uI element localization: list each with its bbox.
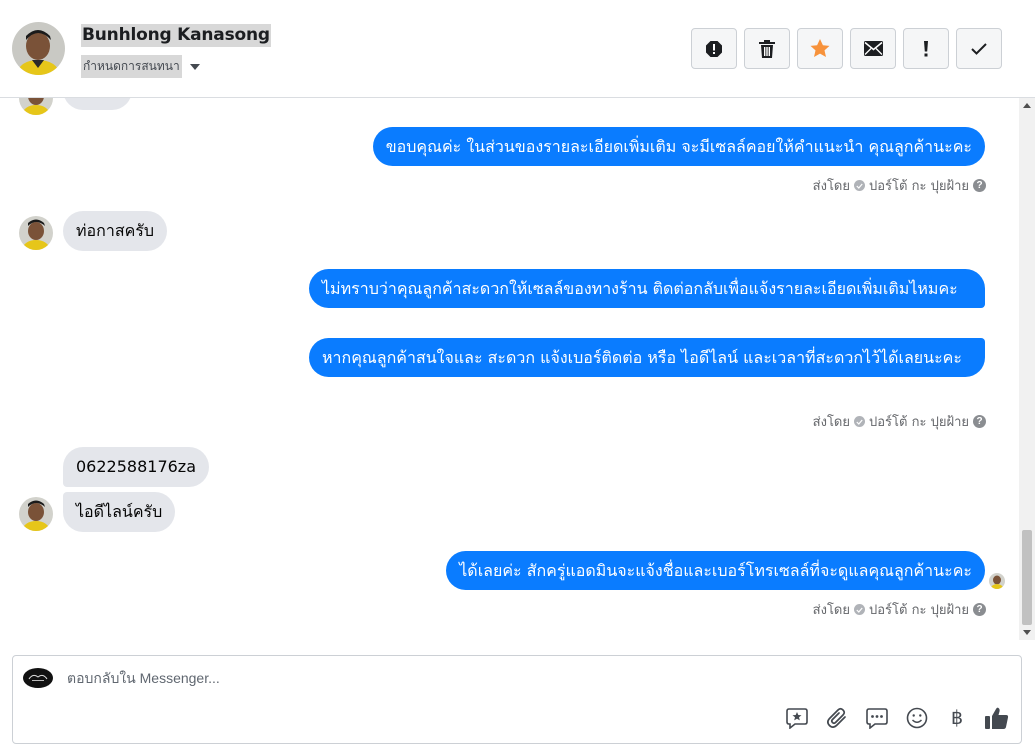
message-thread[interactable]: ขอบคุณค่ะ ในส่วนของรายละเอียดเพิ่มเติม จ… (0, 98, 1019, 640)
message-bubble-outgoing: ขอบคุณค่ะ ในส่วนของรายละเอียดเพิ่มเติม จ… (372, 127, 985, 166)
assign-label: กำหนดการสนทนา (81, 55, 182, 78)
help-icon[interactable]: ? (973, 179, 986, 192)
quick-reply-icon[interactable] (865, 706, 889, 730)
sent-by-prefix: ส่งโดย (812, 179, 850, 194)
conversation-header: Bunhlong Kanasong กำหนดการสนทนา (0, 0, 1035, 98)
contact-avatar-small (19, 216, 53, 250)
envelope-icon (863, 41, 883, 56)
mark-done-button[interactable] (956, 28, 1002, 69)
message-bubble-outgoing: หากคุณลูกค้าสนใจและ สะดวก แจ้งเบอร์ติดต่… (309, 338, 985, 377)
scroll-up-arrow-icon[interactable] (1023, 103, 1031, 108)
sent-by-prefix: ส่งโดย (812, 603, 850, 618)
help-icon[interactable]: ? (973, 603, 986, 616)
exclamation-icon (924, 40, 928, 56)
baht-symbol: ฿ (950, 707, 964, 729)
emoji-icon[interactable] (905, 706, 929, 730)
page-logo (23, 668, 53, 688)
sent-by-agent[interactable]: ปอร์โต้ กะ ปุยฝ้าย (869, 599, 969, 620)
message-bubble-incoming-clipped (63, 98, 132, 110)
scroll-thumb[interactable] (1022, 530, 1032, 625)
caret-down-icon (189, 63, 200, 70)
message-bubble-outgoing: ไม่ทราบว่าคุณลูกค้าสะดวกให้เซลล์ของทางร้… (309, 269, 985, 308)
conversation-toolbar (691, 28, 1002, 69)
seen-avatar (989, 573, 1005, 589)
reply-composer: ฿ (12, 655, 1022, 744)
alert-circle-icon (706, 40, 722, 57)
follow-up-button[interactable] (797, 28, 843, 69)
sent-by-agent[interactable]: ปอร์โต้ กะ ปุยฝ้าย (869, 411, 969, 432)
trash-icon (759, 39, 775, 58)
scroll-down-arrow-icon[interactable] (1023, 630, 1031, 635)
priority-button[interactable] (903, 28, 949, 69)
sent-by-info: ส่งโดย ปอร์โต้ กะ ปุยฝ้าย ? (813, 175, 986, 196)
delete-button[interactable] (744, 28, 790, 69)
sent-by-info: ส่งโดย ปอร์โต้ กะ ปุยฝ้าย ? (813, 411, 986, 432)
check-circle-icon (854, 604, 865, 615)
reply-input[interactable] (67, 670, 967, 686)
sent-by-prefix: ส่งโดย (812, 415, 850, 430)
check-circle-icon (854, 416, 865, 427)
help-icon[interactable]: ? (973, 415, 986, 428)
mark-unread-button[interactable] (850, 28, 896, 69)
composer-toolbar: ฿ (785, 706, 1009, 730)
sent-by-agent[interactable]: ปอร์โต้ กะ ปุยฝ้าย (869, 175, 969, 196)
contact-avatar-small (19, 497, 53, 531)
sent-by-info: ส่งโดย ปอร์โต้ กะ ปุยฝ้าย ? (813, 599, 986, 620)
star-icon (810, 39, 830, 57)
message-bubble-incoming: ไอดีไลน์ครับ (63, 492, 176, 532)
thumbs-up-icon[interactable] (985, 706, 1009, 730)
baht-icon[interactable]: ฿ (945, 706, 969, 730)
check-circle-icon (854, 180, 865, 191)
check-icon (971, 42, 987, 55)
contact-avatar[interactable] (12, 22, 65, 75)
attachment-icon[interactable] (825, 706, 849, 730)
contact-name[interactable]: Bunhlong Kanasong (81, 24, 271, 47)
message-bubble-incoming: 0622588176za (63, 447, 209, 487)
contact-avatar-small (19, 98, 53, 115)
saved-reply-icon[interactable] (785, 706, 809, 730)
thread-scrollbar[interactable] (1019, 98, 1035, 640)
message-bubble-incoming: ท่อกาสครับ (63, 211, 168, 251)
message-bubble-outgoing: ได้เลยค่ะ สักครู่แอดมินจะแจ้งชื่อและเบอร… (446, 551, 985, 590)
assign-conversation-dropdown[interactable]: กำหนดการสนทนา (81, 55, 200, 78)
mark-spam-button[interactable] (691, 28, 737, 69)
